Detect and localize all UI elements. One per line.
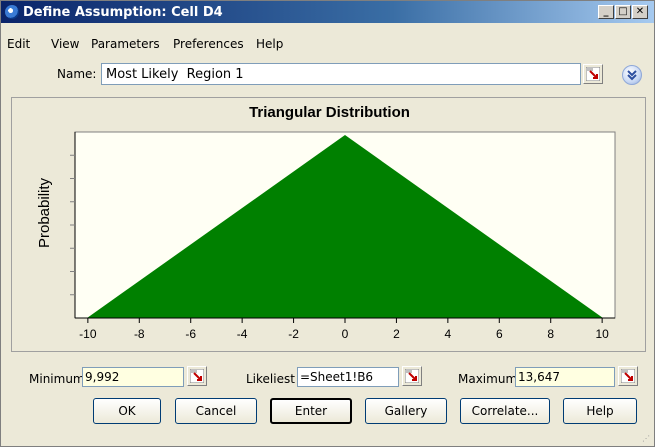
x-tick-label: -8 xyxy=(134,327,145,341)
maximize-icon[interactable]: □ xyxy=(615,5,631,19)
window-title: Define Assumption: Cell D4 xyxy=(23,5,223,20)
likeliest-cell-button[interactable] xyxy=(402,366,422,386)
name-input[interactable] xyxy=(101,63,581,85)
name-label: Name: xyxy=(57,67,97,81)
minimum-cell-button[interactable] xyxy=(187,366,207,386)
enter-button[interactable]: Enter xyxy=(270,398,352,424)
cell-select-icon xyxy=(405,369,419,383)
cell-select-icon xyxy=(621,369,635,383)
correlate-button[interactable]: Correlate... xyxy=(460,398,550,424)
resize-grip-icon[interactable]: ⋰ xyxy=(642,434,652,444)
menu-edit[interactable]: Edit xyxy=(7,37,30,51)
x-tick-label: -6 xyxy=(185,327,196,341)
menu-preferences[interactable]: Preferences xyxy=(173,37,244,51)
menu-parameters[interactable]: Parameters xyxy=(91,37,160,51)
expand-chevron-icon[interactable] xyxy=(622,65,642,85)
menu-view[interactable]: View xyxy=(51,37,79,51)
x-tick-label: 0 xyxy=(342,327,349,341)
cell-reference-button[interactable] xyxy=(583,64,603,84)
menu-help[interactable]: Help xyxy=(256,37,283,51)
gallery-button[interactable]: Gallery xyxy=(365,398,447,424)
likeliest-input[interactable] xyxy=(297,367,399,387)
cancel-button[interactable]: Cancel xyxy=(175,398,257,424)
define-assumption-dialog: Define Assumption: Cell D4 _ □ ✕ Edit Vi… xyxy=(0,0,655,447)
x-tick-label: -2 xyxy=(288,327,299,341)
chart-canvas: -10 -8 -6 -4 -2 0 2 4 6 8 10 xyxy=(70,131,616,341)
cell-select-icon xyxy=(190,369,204,383)
maximum-input[interactable] xyxy=(515,367,615,387)
maximum-cell-button[interactable] xyxy=(618,366,638,386)
maximum-label: Maximum xyxy=(458,372,518,386)
x-tick-label: -4 xyxy=(237,327,248,341)
title-bar[interactable]: Define Assumption: Cell D4 _ □ ✕ xyxy=(1,1,654,23)
x-tick-label: 4 xyxy=(445,327,452,341)
x-tick-label: 10 xyxy=(595,327,609,341)
close-icon[interactable]: ✕ xyxy=(632,5,648,19)
x-tick-label: 8 xyxy=(547,327,554,341)
ok-button[interactable]: OK xyxy=(93,398,161,424)
x-tick-label: 6 xyxy=(496,327,503,341)
x-tick-label: 2 xyxy=(393,327,400,341)
likeliest-label: Likeliest xyxy=(246,372,295,386)
help-button[interactable]: Help xyxy=(563,398,637,424)
x-tick-label: -10 xyxy=(79,327,97,341)
cell-select-icon xyxy=(586,67,600,81)
app-icon xyxy=(5,5,19,19)
y-axis-label: Probability xyxy=(36,177,53,248)
minimum-label: Minimum xyxy=(29,372,85,386)
minimum-input[interactable] xyxy=(82,367,184,387)
minimize-icon[interactable]: _ xyxy=(598,5,614,19)
distribution-chart: Triangular Distribution -10 -8 -6 -4 -2 0 2 4 6 8… xyxy=(11,97,646,352)
